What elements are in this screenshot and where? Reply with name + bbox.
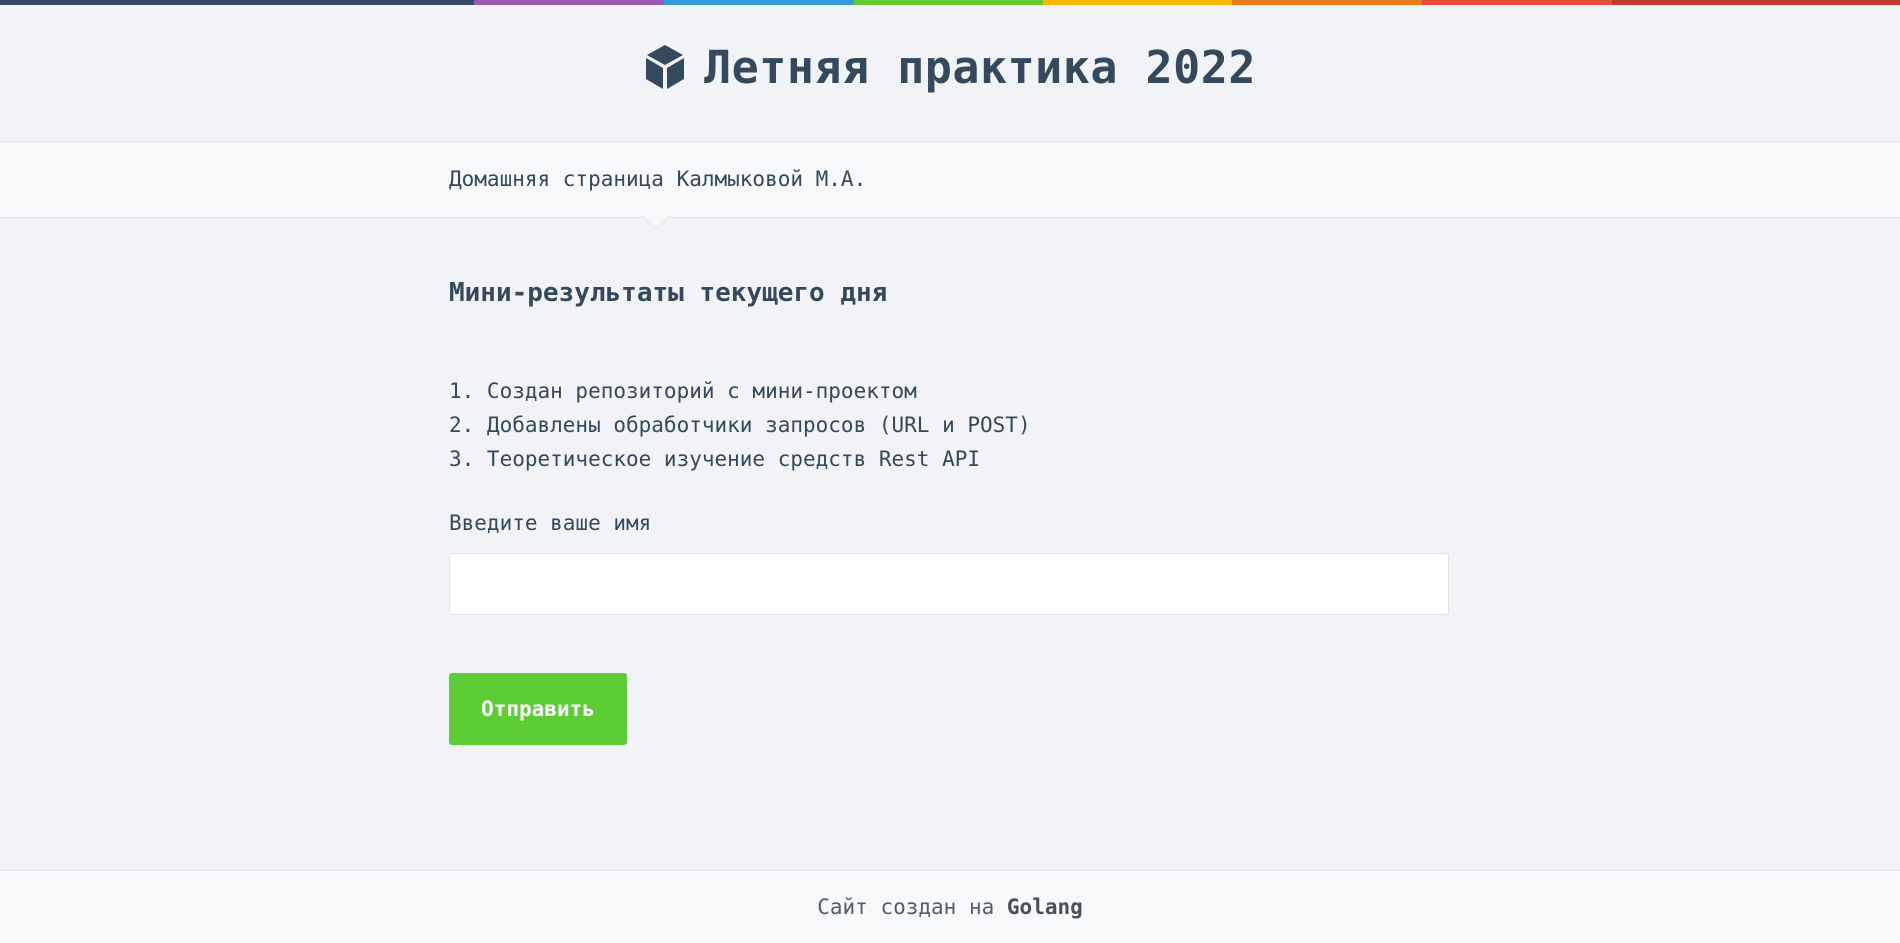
- nav-home-link[interactable]: Домашняя страница Калмыковой М.А.: [449, 167, 866, 191]
- submit-button[interactable]: Отправить: [449, 673, 627, 745]
- top-nav: Домашняя страница Калмыковой М.А.: [0, 141, 1900, 218]
- site-title-text: Летняя практика 2022: [704, 40, 1256, 94]
- name-field-label: Введите ваше имя: [449, 511, 652, 535]
- site-title: Летняя практика 2022: [644, 41, 1256, 94]
- footer-tech: Golang: [1006, 895, 1083, 919]
- list-item: 2. Добавлены обработчики запросов (URL и…: [449, 413, 1031, 437]
- cube-icon: [646, 45, 685, 89]
- results-list: 1. Создан репозиторий с мини-проектом 2.…: [449, 374, 1031, 476]
- list-item: 3. Теоретическое изучение средств Rest A…: [449, 447, 981, 471]
- footer-text: Сайт создан на: [817, 895, 995, 919]
- site-header: Летняя практика 2022: [0, 5, 1900, 141]
- site-footer: Сайт создан на Golang: [0, 870, 1900, 943]
- list-item: 1. Создан репозиторий с мини-проектом: [449, 379, 917, 403]
- nav-active-pointer: [644, 216, 668, 228]
- name-input[interactable]: [449, 553, 1449, 615]
- page-title: Мини-результаты текущего дня: [449, 278, 888, 308]
